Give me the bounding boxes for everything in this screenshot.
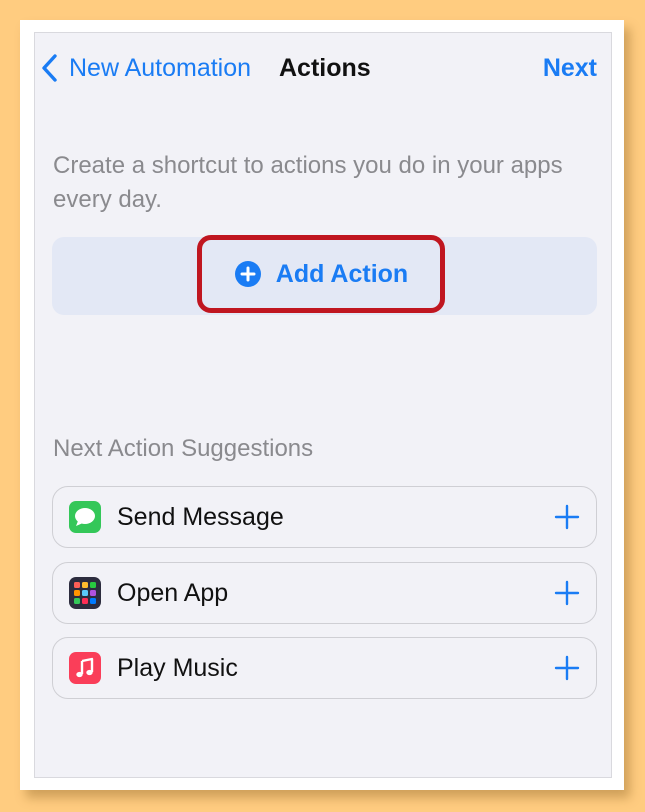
plus-icon[interactable] [554,580,580,606]
chevron-left-icon [42,54,57,82]
music-app-icon [69,652,101,684]
plus-icon[interactable] [554,655,580,681]
suggestion-label: Open App [117,578,229,607]
suggestions-heading: Next Action Suggestions [53,435,314,462]
suggestion-open-app[interactable]: Open App [52,562,597,624]
plus-icon[interactable] [554,504,580,530]
add-action-card: Add Action [52,235,597,315]
screenshot-frame: New Automation Actions Next Create a sho… [20,20,624,790]
suggestion-label: Play Music [117,653,238,682]
messages-app-icon [69,501,101,533]
suggestion-play-music[interactable]: Play Music [52,637,597,699]
suggestion-label: Send Message [117,502,284,531]
back-button[interactable]: New Automation [39,51,251,85]
intro-text: Create a shortcut to actions you do in y… [53,152,563,213]
back-button-label: New Automation [69,53,252,82]
suggestion-send-message[interactable]: Send Message [52,486,597,548]
page-title: Actions [279,54,371,82]
app-grid-icon [69,577,101,609]
actions-screen: New Automation Actions Next Create a sho… [34,32,612,778]
add-action-button[interactable]: Add Action [197,235,445,313]
next-button[interactable]: Next [543,51,597,85]
plus-circle-icon [234,261,261,287]
add-action-label: Add Action [275,259,409,288]
